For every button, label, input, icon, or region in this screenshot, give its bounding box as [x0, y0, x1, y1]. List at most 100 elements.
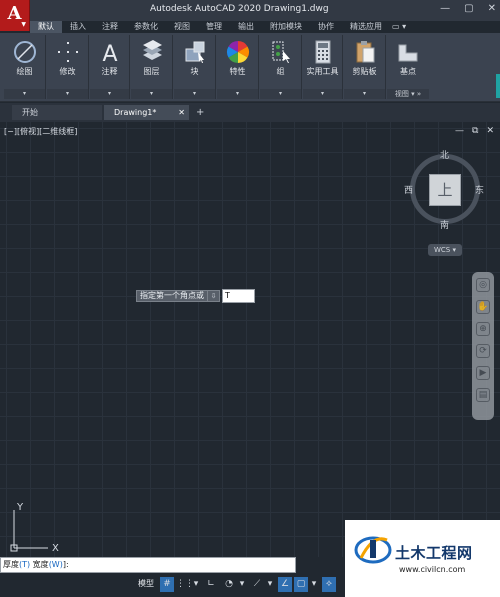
option-thickness[interactable]: (T) — [19, 560, 30, 569]
dynamic-input-prompt: 指定第一个角点或 ⇩ T — [136, 289, 255, 303]
ribbon-group-label: 绘图 — [16, 67, 33, 76]
prompt-input-field[interactable]: T — [222, 289, 255, 303]
viewport-minimize-button[interactable]: — — [455, 126, 464, 136]
ribbon-side-accent — [496, 74, 500, 98]
isodraft-icon[interactable]: ⟋ — [250, 577, 264, 592]
viewcube[interactable]: 上 北 南 西 东 — [404, 148, 484, 231]
close-button[interactable]: ✕ — [488, 3, 496, 14]
chevron-down-icon[interactable]: ▾ — [174, 89, 215, 99]
ribbon-group-label: 注释 — [101, 67, 118, 76]
ribbon-group-modify[interactable]: 修改 ▾ — [47, 35, 89, 99]
tab-default[interactable]: 默认 — [30, 21, 62, 33]
orbit-icon[interactable]: ⟳ — [476, 344, 490, 358]
drawing-viewport[interactable]: [−][俯视][二维线框] — ⧉ ✕ 上 北 南 西 东 WCS ▾ ◎ ✋ … — [0, 122, 500, 557]
steering-wheel-icon[interactable]: ◎ — [476, 278, 490, 292]
ribbon-display-toggle[interactable]: ▭ ▾ — [392, 22, 406, 31]
tab-collaborate[interactable]: 协作 — [310, 21, 342, 33]
ribbon-group-draw[interactable]: 绘图 ▾ — [4, 35, 46, 99]
tab-insert[interactable]: 插入 — [62, 21, 94, 33]
chevron-down-icon[interactable]: ▾ — [310, 577, 318, 592]
chevron-down-icon[interactable]: ▾ — [266, 577, 274, 592]
tab-output[interactable]: 输出 — [230, 21, 262, 33]
basepoint-icon — [394, 39, 422, 65]
chevron-down-icon[interactable]: ▾ — [131, 89, 172, 99]
tab-drawing1-label: Drawing1* — [114, 108, 157, 117]
grid-icon[interactable]: # — [160, 577, 174, 592]
chevron-down-icon[interactable]: ▾ — [260, 89, 301, 99]
pan-icon[interactable]: ✋ — [476, 300, 490, 314]
application-menu-button[interactable]: A ▼ — [0, 0, 30, 31]
chevron-down-icon[interactable]: ▾ — [192, 577, 200, 592]
chevron-down-icon[interactable]: ▾ — [90, 89, 129, 99]
chevron-down-icon[interactable]: ▾ — [344, 89, 385, 99]
window-controls: — ▢ ✕ — [440, 3, 496, 14]
tab-featured-apps[interactable]: 精选应用 — [342, 21, 390, 33]
tab-annotate[interactable]: 注释 — [94, 21, 126, 33]
chevron-down-icon[interactable]: ▾ — [47, 89, 88, 99]
window-title: Autodesk AutoCAD 2020 Drawing1.dwg — [150, 4, 329, 14]
annotation-scale-icon[interactable]: ⟡ — [322, 577, 336, 592]
tab-parametric[interactable]: 参数化 — [126, 21, 166, 33]
model-space-button[interactable]: 模型 — [138, 578, 154, 589]
wcs-menu-button[interactable]: WCS ▾ — [428, 244, 462, 256]
minimize-button[interactable]: — — [440, 3, 450, 14]
tab-addins[interactable]: 附加模块 — [262, 21, 310, 33]
viewport-restore-button[interactable]: ⧉ — [472, 126, 478, 136]
zoom-icon[interactable]: ⊕ — [476, 322, 490, 336]
ribbon-group-utilities[interactable]: 实用工具 ▾ — [303, 35, 343, 99]
ortho-icon[interactable]: ∟ — [204, 577, 218, 592]
calculator-icon — [309, 39, 337, 65]
ribbon-group-layers[interactable]: 图层 ▾ — [131, 35, 173, 99]
civilcn-logo-icon — [354, 536, 392, 564]
viewport-close-button[interactable]: ✕ — [486, 126, 494, 136]
tab-start[interactable]: 开始 — [12, 105, 102, 120]
ribbon-group-annotate[interactable]: A 注释 ▾ — [90, 35, 130, 99]
ribbon-group-groups[interactable]: 组 ▾ — [260, 35, 302, 99]
compass-east[interactable]: 东 — [475, 183, 484, 196]
maximize-button[interactable]: ▢ — [464, 3, 473, 14]
chevron-down-icon[interactable]: ▾ — [4, 89, 45, 99]
ribbon-group-block[interactable]: 块 ▾ — [174, 35, 216, 99]
prompt-text: 指定第一个角点或 — [136, 290, 208, 302]
new-tab-button[interactable]: + — [196, 105, 204, 120]
ribbon-group-properties[interactable]: 特性 ▾ — [217, 35, 259, 99]
navbar-settings-icon[interactable]: ▤ — [476, 388, 490, 402]
navigation-bar: ◎ ✋ ⊕ ⟳ ▶ ▤ — [472, 272, 494, 420]
ribbon-group-label: 基点 — [400, 67, 416, 76]
ribbon-group-label: 特性 — [229, 67, 246, 76]
move-icon — [54, 39, 82, 65]
clipboard-icon — [351, 39, 379, 65]
tab-view[interactable]: 视图 — [166, 21, 198, 33]
ribbon-group-clipboard[interactable]: 剪贴板 ▾ — [344, 35, 386, 99]
compass-south[interactable]: 南 — [440, 218, 449, 231]
object-snap-tracking-icon[interactable]: ∠ — [278, 577, 292, 592]
autocad-logo-icon: A — [7, 3, 22, 24]
chevron-down-icon[interactable]: ▾ — [238, 577, 246, 592]
title-bar: Autodesk AutoCAD 2020 Drawing1.dwg — ▢ ✕ — [0, 0, 500, 21]
viewport-window-controls: — ⧉ ✕ — [455, 126, 494, 136]
close-tab-icon[interactable]: ✕ — [178, 105, 185, 120]
tab-drawing1[interactable]: Drawing1* ✕ — [104, 105, 189, 120]
command-line[interactable]: 厚度(T) 宽度(W)]: — [0, 557, 296, 573]
chevron-down-icon[interactable]: ▾ — [217, 89, 258, 99]
view-panel-menu[interactable]: 视图 ▾ » — [387, 89, 429, 99]
option-width[interactable]: (W) — [49, 560, 63, 569]
watermark: 土木工程网 www.civilcn.com — [345, 520, 500, 597]
ribbon-group-label: 组 — [276, 67, 285, 76]
watermark-url: www.civilcn.com — [399, 565, 466, 574]
group-icon — [267, 39, 295, 65]
viewcube-top-face[interactable]: 上 — [429, 174, 461, 206]
ribbon-group-basepoint[interactable]: 基点 视图 ▾ » — [387, 35, 429, 99]
tab-manage[interactable]: 管理 — [198, 21, 230, 33]
polar-tracking-icon[interactable]: ◔ — [222, 577, 236, 592]
chevron-down-icon[interactable]: ▾ — [303, 89, 342, 99]
object-snap-icon[interactable]: ▢ — [294, 577, 308, 592]
compass-west[interactable]: 西 — [404, 183, 413, 196]
ucs-y-label: Y — [16, 502, 24, 513]
snap-icon[interactable]: ⋮⋮ — [176, 577, 194, 592]
showmotion-icon[interactable]: ▶ — [476, 366, 490, 380]
prompt-options-icon[interactable]: ⇩ — [208, 290, 220, 302]
block-icon — [181, 39, 209, 65]
viewport-controls-label[interactable]: [−][俯视][二维线框] — [4, 126, 77, 137]
compass-north[interactable]: 北 — [440, 148, 449, 161]
